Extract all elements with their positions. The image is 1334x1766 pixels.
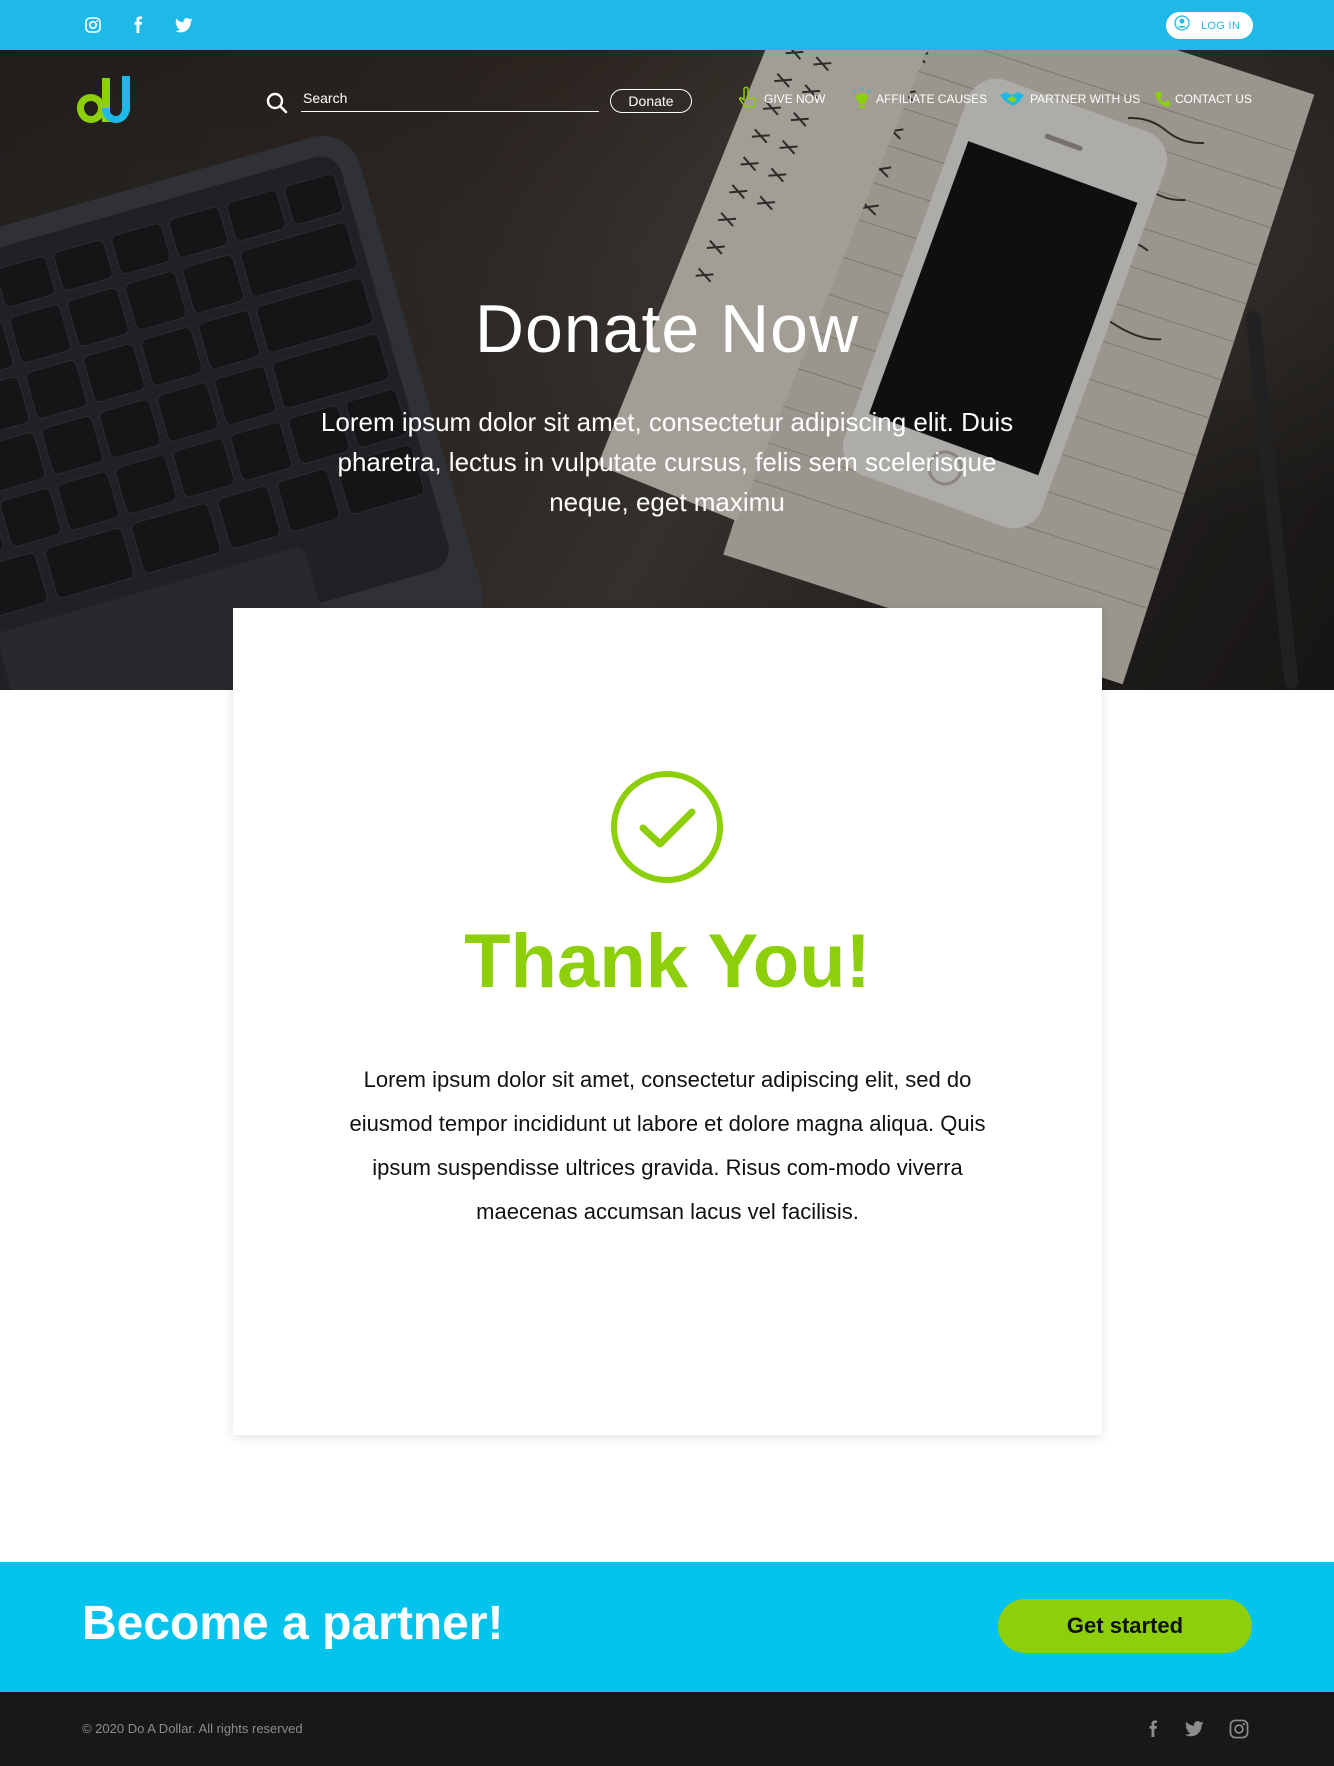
nav-partner-with-us-label: PARTNER WITH US — [1030, 92, 1141, 106]
thank-you-message: Lorem ipsum dolor sit amet, consectetur … — [349, 1067, 986, 1224]
user-icon — [1174, 15, 1190, 36]
nav-partner-with-us[interactable]: PARTNER WITH US — [998, 84, 1140, 114]
twitter-icon[interactable] — [175, 0, 193, 50]
partner-title: Become a partner! — [82, 1597, 504, 1650]
nav-affiliate-causes[interactable]: AFFILIATE CAUSES — [852, 84, 987, 114]
footer-twitter-icon[interactable] — [1185, 1692, 1204, 1766]
search-input[interactable] — [301, 84, 599, 112]
instagram-icon[interactable] — [84, 0, 102, 50]
hero-description: Lorem ipsum dolor sit amet, consectetur … — [320, 407, 1014, 517]
nav-contact-us[interactable]: CONTACT US — [1155, 84, 1252, 114]
partner-banner: Become a partner! Get started — [0, 1562, 1334, 1692]
facebook-icon[interactable] — [132, 0, 144, 50]
handshake-icon — [998, 89, 1026, 109]
phone-icon — [1155, 91, 1171, 107]
hand-pointer-icon — [736, 86, 760, 112]
hero-title: Donate Now — [474, 291, 860, 367]
thank-you-heading: Thank You! — [464, 919, 871, 1004]
donate-button[interactable]: Donate — [610, 89, 692, 113]
nav-give-now-label: GIVE NOW — [764, 92, 826, 106]
login-label: LOG IN — [1201, 19, 1241, 32]
copyright-text: © 2020 Do A Dollar. All rights reserved — [82, 1721, 303, 1736]
footer: © 2020 Do A Dollar. All rights reserved — [0, 1692, 1334, 1766]
check-circle-icon — [610, 770, 724, 889]
hero-overlay — [0, 50, 1334, 690]
top-bar: LOG IN — [0, 0, 1334, 50]
nav-give-now[interactable]: GIVE NOW — [736, 84, 825, 114]
search-icon[interactable] — [266, 92, 288, 119]
nav-contact-us-label: CONTACT US — [1175, 92, 1252, 106]
thank-you-card: Thank You! Lorem ipsum dolor sit amet, c… — [233, 608, 1102, 1435]
lightbulb-icon — [852, 86, 872, 112]
get-started-button[interactable]: Get started — [998, 1599, 1252, 1653]
site-logo[interactable] — [74, 70, 134, 135]
login-button[interactable]: LOG IN — [1166, 12, 1253, 39]
nav-affiliate-causes-label: AFFILIATE CAUSES — [876, 92, 988, 106]
footer-facebook-icon[interactable] — [1147, 1692, 1159, 1766]
hero-section: Donate GIVE NOW AFFILIATE CAUSES PARTNER… — [0, 50, 1334, 690]
footer-instagram-icon[interactable] — [1228, 1692, 1250, 1766]
